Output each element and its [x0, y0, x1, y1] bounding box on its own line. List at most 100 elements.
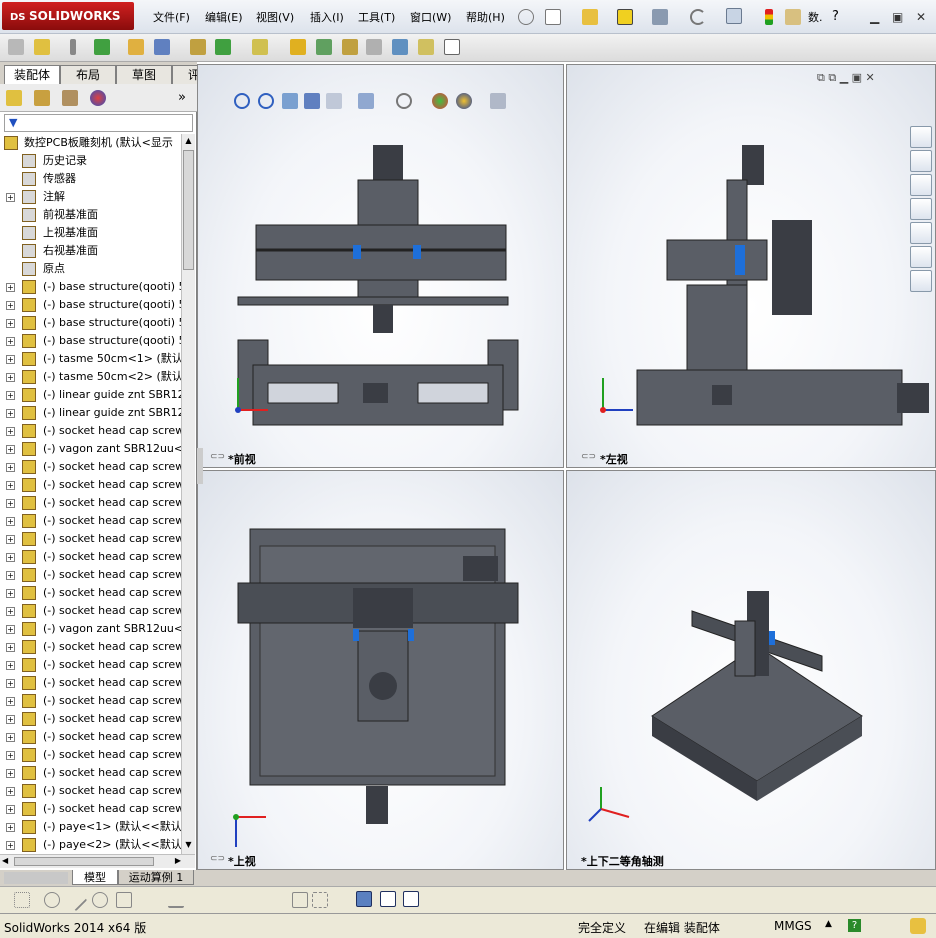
panel-expand-icon[interactable]: »: [178, 90, 186, 105]
viewport-top[interactable]: *上视 ⊂⊃: [197, 470, 564, 870]
expand-icon[interactable]: +: [6, 409, 15, 418]
expand-icon[interactable]: +: [6, 427, 15, 436]
expand-icon[interactable]: +: [6, 661, 15, 670]
tab-sketch[interactable]: 草图: [116, 65, 172, 84]
grid-icon[interactable]: [14, 892, 30, 908]
exploded-view-icon[interactable]: [342, 39, 358, 55]
rectangle-icon[interactable]: [116, 892, 132, 908]
clearance-verification-icon[interactable]: [418, 39, 434, 55]
expand-icon[interactable]: +: [6, 643, 15, 652]
menu-file[interactable]: 文件(F): [153, 9, 190, 25]
assembly-features-icon[interactable]: [215, 39, 231, 55]
expand-icon[interactable]: +: [6, 751, 15, 760]
scroll-down-icon[interactable]: ▼: [183, 840, 194, 852]
tab-layout[interactable]: 布局: [60, 65, 116, 84]
line-icon[interactable]: [64, 888, 88, 912]
expand-icon[interactable]: +: [6, 823, 15, 832]
status-units[interactable]: MMGS: [774, 919, 812, 933]
mate-icon[interactable]: [70, 39, 76, 55]
expand-icon[interactable]: +: [6, 535, 15, 544]
tree-filter-input[interactable]: ▼: [4, 114, 193, 132]
show-hidden-icon[interactable]: [190, 39, 206, 55]
expand-icon[interactable]: +: [6, 733, 15, 742]
menu-view[interactable]: 视图(V): [256, 9, 294, 25]
expand-icon[interactable]: +: [6, 373, 15, 382]
tree-horizontal-scrollbar[interactable]: ◀ ▶: [0, 854, 195, 868]
menu-edit[interactable]: 编辑(E): [205, 9, 243, 25]
expand-icon[interactable]: +: [6, 571, 15, 580]
link-views-icon[interactable]: ⊂⊃: [581, 452, 596, 462]
pin-icon[interactable]: [518, 9, 534, 25]
taskpane-resources-icon[interactable]: [910, 126, 932, 148]
trim-icon[interactable]: [168, 892, 184, 908]
taskpane-custom-properties-icon[interactable]: [910, 270, 932, 292]
expand-icon[interactable]: +: [6, 715, 15, 724]
move-component-icon[interactable]: [154, 39, 170, 55]
tab-nav-arrows[interactable]: [4, 872, 68, 884]
property-manager-icon[interactable]: [34, 90, 50, 106]
expand-icon[interactable]: +: [6, 463, 15, 472]
minimize-icon[interactable]: ▁: [870, 10, 879, 24]
linear-sketch-pattern-icon[interactable]: [312, 892, 328, 908]
tab-assembly[interactable]: 装配体: [4, 65, 60, 84]
expand-icon[interactable]: +: [6, 481, 15, 490]
open-folder-icon[interactable]: [582, 9, 598, 25]
undo-icon[interactable]: [690, 9, 706, 25]
scroll-thumb[interactable]: [183, 150, 194, 270]
expand-icon[interactable]: +: [6, 607, 15, 616]
feature-manager-tree-icon[interactable]: [6, 90, 22, 106]
scroll-left-icon[interactable]: ◀: [2, 856, 8, 865]
linear-pattern-icon[interactable]: [94, 39, 110, 55]
print-icon[interactable]: [652, 9, 668, 25]
graphics-area[interactable]: *前视 ⊂⊃ ⧉ ⧉ ▁ ▣ ✕ *左视 ⊂⊃ *上视 ⊂⊃ *上下二等角轴测: [197, 62, 936, 870]
expand-icon[interactable]: +: [6, 517, 15, 526]
solidworks-logo[interactable]: DS SOLIDWORKS: [2, 2, 134, 30]
help-question-icon[interactable]: ?: [832, 9, 839, 24]
menu-help[interactable]: 帮助(H): [466, 9, 505, 25]
tree-vertical-scrollbar[interactable]: ▲ ▼: [181, 134, 195, 854]
viewport-left[interactable]: ⧉ ⧉ ▁ ▣ ✕ *左视 ⊂⊃: [566, 64, 936, 468]
options-icon[interactable]: [785, 9, 801, 25]
expand-icon[interactable]: +: [6, 841, 15, 850]
explode-line-sketch-icon[interactable]: [366, 39, 382, 55]
tab-model[interactable]: 模型: [72, 870, 118, 885]
expand-icon[interactable]: +: [6, 679, 15, 688]
tab-motion-study[interactable]: 运动算例 1: [118, 870, 194, 885]
units-arrow-icon[interactable]: ▲: [825, 919, 832, 929]
expand-icon[interactable]: +: [6, 319, 15, 328]
expand-icon[interactable]: +: [6, 355, 15, 364]
taskpane-appearances-icon[interactable]: [910, 246, 932, 268]
expand-icon[interactable]: +: [6, 553, 15, 562]
expand-icon[interactable]: +: [6, 337, 15, 346]
interference-detection-icon[interactable]: [392, 39, 408, 55]
shaded-view-icon[interactable]: [356, 891, 372, 907]
viewport-isometric[interactable]: *上下二等角轴测: [566, 470, 936, 870]
menu-insert[interactable]: 插入(I): [310, 9, 344, 25]
filter-funnel-icon[interactable]: ▼: [9, 116, 17, 129]
bill-of-materials-icon[interactable]: [316, 39, 332, 55]
point-icon[interactable]: [44, 892, 60, 908]
expand-icon[interactable]: +: [6, 391, 15, 400]
restore-icon[interactable]: ▣: [892, 10, 903, 24]
search-label[interactable]: 数.: [808, 9, 823, 25]
menu-window[interactable]: 窗口(W): [410, 9, 451, 25]
scroll-up-icon[interactable]: ▲: [183, 136, 194, 148]
menu-tools[interactable]: 工具(T): [358, 9, 395, 25]
link-views-icon[interactable]: ⊂⊃: [210, 854, 225, 864]
select-arrow-icon[interactable]: [726, 8, 742, 24]
expand-icon[interactable]: +: [6, 499, 15, 508]
instant3d-icon[interactable]: [444, 39, 460, 55]
expand-icon[interactable]: +: [6, 301, 15, 310]
smart-fasteners-icon[interactable]: [128, 39, 144, 55]
new-motion-study-icon[interactable]: [290, 39, 306, 55]
expand-icon[interactable]: +: [6, 283, 15, 292]
expand-icon[interactable]: +: [6, 445, 15, 454]
taskpane-file-explorer-icon[interactable]: [910, 198, 932, 220]
circle-icon[interactable]: [92, 892, 108, 908]
collapse-panel-handle[interactable]: [197, 448, 203, 484]
expand-icon[interactable]: +: [6, 193, 15, 202]
insert-component-icon[interactable]: [8, 39, 24, 55]
traffic-light-icon[interactable]: [765, 9, 773, 25]
taskpane-design-library-icon[interactable]: [910, 174, 932, 196]
reference-geometry-icon[interactable]: [252, 39, 268, 55]
